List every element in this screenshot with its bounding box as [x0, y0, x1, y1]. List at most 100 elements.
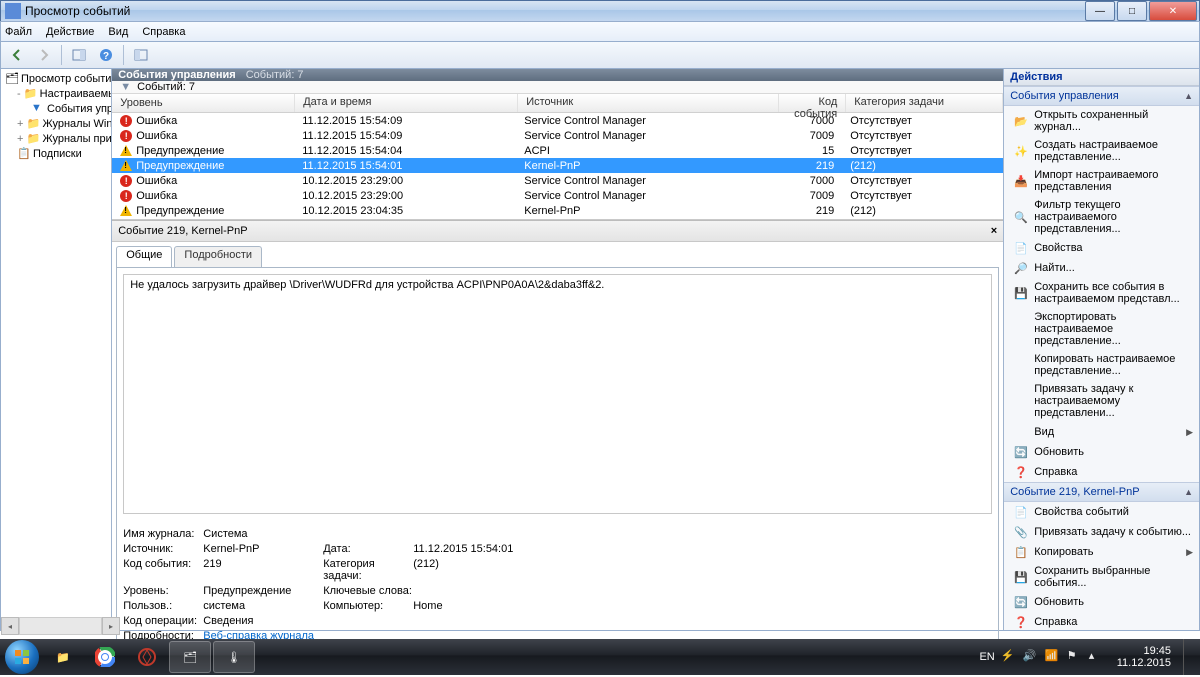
tray-flag-icon[interactable]: ⚑	[1067, 649, 1083, 665]
tree-subscriptions[interactable]: 📋Подписки	[1, 146, 111, 161]
center-title: События управления	[118, 69, 235, 81]
tree-admin-events[interactable]: ▼События управления	[1, 101, 111, 116]
tray-chevron-icon[interactable]: ▴	[1089, 649, 1105, 665]
action-item[interactable]: 📎Привязать задачу к событию...	[1004, 522, 1199, 542]
lbl-level: Уровень:	[123, 585, 203, 597]
action-item[interactable]: 📂Открыть сохраненный журнал...	[1004, 106, 1199, 136]
action-item[interactable]: Экспортировать настраиваемое представлен…	[1004, 308, 1199, 350]
show-desktop-button[interactable]	[1183, 639, 1194, 675]
tab-details[interactable]: Подробности	[174, 246, 262, 267]
tree-windows-logs[interactable]: +📁Журналы Windows	[1, 116, 111, 131]
tray-clock[interactable]: 19:45 11.12.2015	[1117, 645, 1171, 669]
col-level[interactable]: Уровень	[112, 94, 295, 112]
action-item[interactable]: 🔍Фильтр текущего настраиваемого представ…	[1004, 196, 1199, 238]
menu-action[interactable]: Действие	[46, 26, 94, 38]
tree-pane: 🗂Просмотр событий (Локальны -📁Настраивае…	[1, 69, 112, 630]
taskbar-explorer[interactable]: 📁	[43, 642, 83, 672]
action-item[interactable]: ✨Создать настраиваемое представление...	[1004, 136, 1199, 166]
tray-lang[interactable]: EN	[979, 651, 994, 663]
workarea: 🗂Просмотр событий (Локальны -📁Настраивае…	[0, 69, 1200, 631]
actions-pane: Действия События управления▲ 📂Открыть со…	[1003, 69, 1199, 630]
help-button[interactable]: ?	[94, 43, 118, 67]
minimize-button[interactable]: —	[1085, 1, 1115, 21]
forward-button[interactable]	[32, 43, 56, 67]
col-date[interactable]: Дата и время	[295, 94, 518, 112]
action-item[interactable]: Копировать настраиваемое представление..…	[1004, 350, 1199, 380]
error-icon: !	[120, 115, 132, 127]
event-row[interactable]: !Ошибка11.12.2015 15:54:09Service Contro…	[112, 113, 1003, 128]
event-list[interactable]: !Ошибка11.12.2015 15:54:09Service Contro…	[112, 113, 1003, 220]
menu-view[interactable]: Вид	[108, 26, 128, 38]
actions-category-1[interactable]: События управления▲	[1004, 86, 1199, 106]
back-button[interactable]	[5, 43, 29, 67]
col-source[interactable]: Источник	[518, 94, 779, 112]
val-date: 11.12.2015 15:54:01	[413, 543, 613, 555]
folder-icon: 📁	[26, 117, 39, 130]
action-icon	[1014, 322, 1028, 336]
event-row[interactable]: Предупреждение11.12.2015 15:54:01Kernel-…	[112, 158, 1003, 173]
close-button[interactable]: ✕	[1149, 1, 1197, 21]
val-computer: Home	[413, 600, 613, 612]
action-item[interactable]: 📋Копировать▶	[1004, 542, 1199, 562]
action-item[interactable]: Вид▶	[1004, 422, 1199, 442]
center-header: События управления Событий: 7	[112, 69, 1003, 81]
action-item[interactable]: 📄Свойства	[1004, 238, 1199, 258]
lbl-computer: Компьютер:	[323, 600, 413, 612]
tree-app-logs[interactable]: +📁Журналы приложений и сл	[1, 131, 111, 146]
submenu-arrow-icon: ▶	[1186, 427, 1193, 438]
menu-file[interactable]: Файл	[5, 26, 32, 38]
taskbar-eventviewer[interactable]: 🗂	[169, 641, 211, 673]
action-item[interactable]: Привязать задачу к настраиваемому предст…	[1004, 380, 1199, 422]
menu-help[interactable]: Справка	[142, 26, 185, 38]
tab-general[interactable]: Общие	[116, 246, 172, 267]
col-event-id[interactable]: Код события	[779, 94, 846, 112]
error-icon: !	[120, 190, 132, 202]
lbl-date: Дата:	[323, 543, 413, 555]
action-item[interactable]: 💾Сохранить выбранные события...	[1004, 562, 1199, 592]
taskbar-app-other[interactable]: 🌡	[213, 641, 255, 673]
app-icon	[5, 3, 21, 19]
tree-root[interactable]: 🗂Просмотр событий (Локальны	[1, 71, 111, 86]
action-icon: 🔍	[1014, 210, 1028, 224]
tray-icon[interactable]: ⚡	[1001, 649, 1017, 665]
event-row[interactable]: !Ошибка10.12.2015 23:29:00Service Contro…	[112, 173, 1003, 188]
maximize-button[interactable]: □	[1117, 1, 1147, 21]
start-button[interactable]	[2, 637, 42, 677]
val-level: Предупреждение	[203, 585, 323, 597]
tray-icon[interactable]: 🔊	[1023, 649, 1039, 665]
event-row[interactable]: Предупреждение10.12.2015 23:04:35Kernel-…	[112, 203, 1003, 218]
action-item[interactable]: 📄Свойства событий	[1004, 502, 1199, 522]
taskbar: 📁 🗂 🌡 EN ⚡ 🔊 📶 ⚑ ▴ 19:45 11.12.2015	[0, 639, 1200, 675]
tray-network-icon[interactable]: 📶	[1045, 649, 1061, 665]
event-row[interactable]: Предупреждение11.12.2015 15:54:04ACPI15О…	[112, 143, 1003, 158]
action-item[interactable]: 🔄Обновить	[1004, 442, 1199, 462]
show-tree-button[interactable]	[129, 43, 153, 67]
lbl-opcode: Код операции:	[123, 615, 203, 627]
action-icon: 📄	[1014, 241, 1028, 255]
submenu-arrow-icon: ▶	[1186, 547, 1193, 558]
tree-hscrollbar[interactable]: ◂▸	[1, 617, 112, 630]
detail-close-button[interactable]: ×	[991, 225, 997, 237]
action-item[interactable]: 🔄Обновить	[1004, 592, 1199, 612]
lbl-logname: Имя журнала:	[123, 528, 203, 540]
detail-pane: Событие 219, Kernel-PnP × Общие Подробно…	[112, 220, 1003, 653]
show-action-pane-button[interactable]	[67, 43, 91, 67]
funnel-icon: ▼	[120, 81, 131, 93]
action-item[interactable]: 💾Сохранить все события в настраиваемом п…	[1004, 278, 1199, 308]
windows-logo-icon	[13, 648, 31, 666]
actions-category-2[interactable]: Событие 219, Kernel-PnP▲	[1004, 482, 1199, 502]
taskbar-chrome[interactable]	[85, 642, 125, 672]
action-icon: 📥	[1014, 174, 1028, 188]
warning-icon	[120, 160, 132, 171]
action-item[interactable]: ❓Справка	[1004, 612, 1199, 632]
tree-custom-views[interactable]: -📁Настраиваемые представл	[1, 86, 111, 101]
folder-icon: 📁	[26, 132, 39, 145]
event-row[interactable]: !Ошибка11.12.2015 15:54:09Service Contro…	[112, 128, 1003, 143]
action-item[interactable]: ❓Справка	[1004, 462, 1199, 482]
action-item[interactable]: 📥Импорт настраиваемого представления	[1004, 166, 1199, 196]
taskbar-app-red[interactable]	[127, 642, 167, 672]
actions-title: Действия	[1004, 69, 1199, 86]
col-category[interactable]: Категория задачи	[846, 94, 1003, 112]
event-row[interactable]: !Ошибка10.12.2015 23:29:00Service Contro…	[112, 188, 1003, 203]
action-item[interactable]: 🔎Найти...	[1004, 258, 1199, 278]
